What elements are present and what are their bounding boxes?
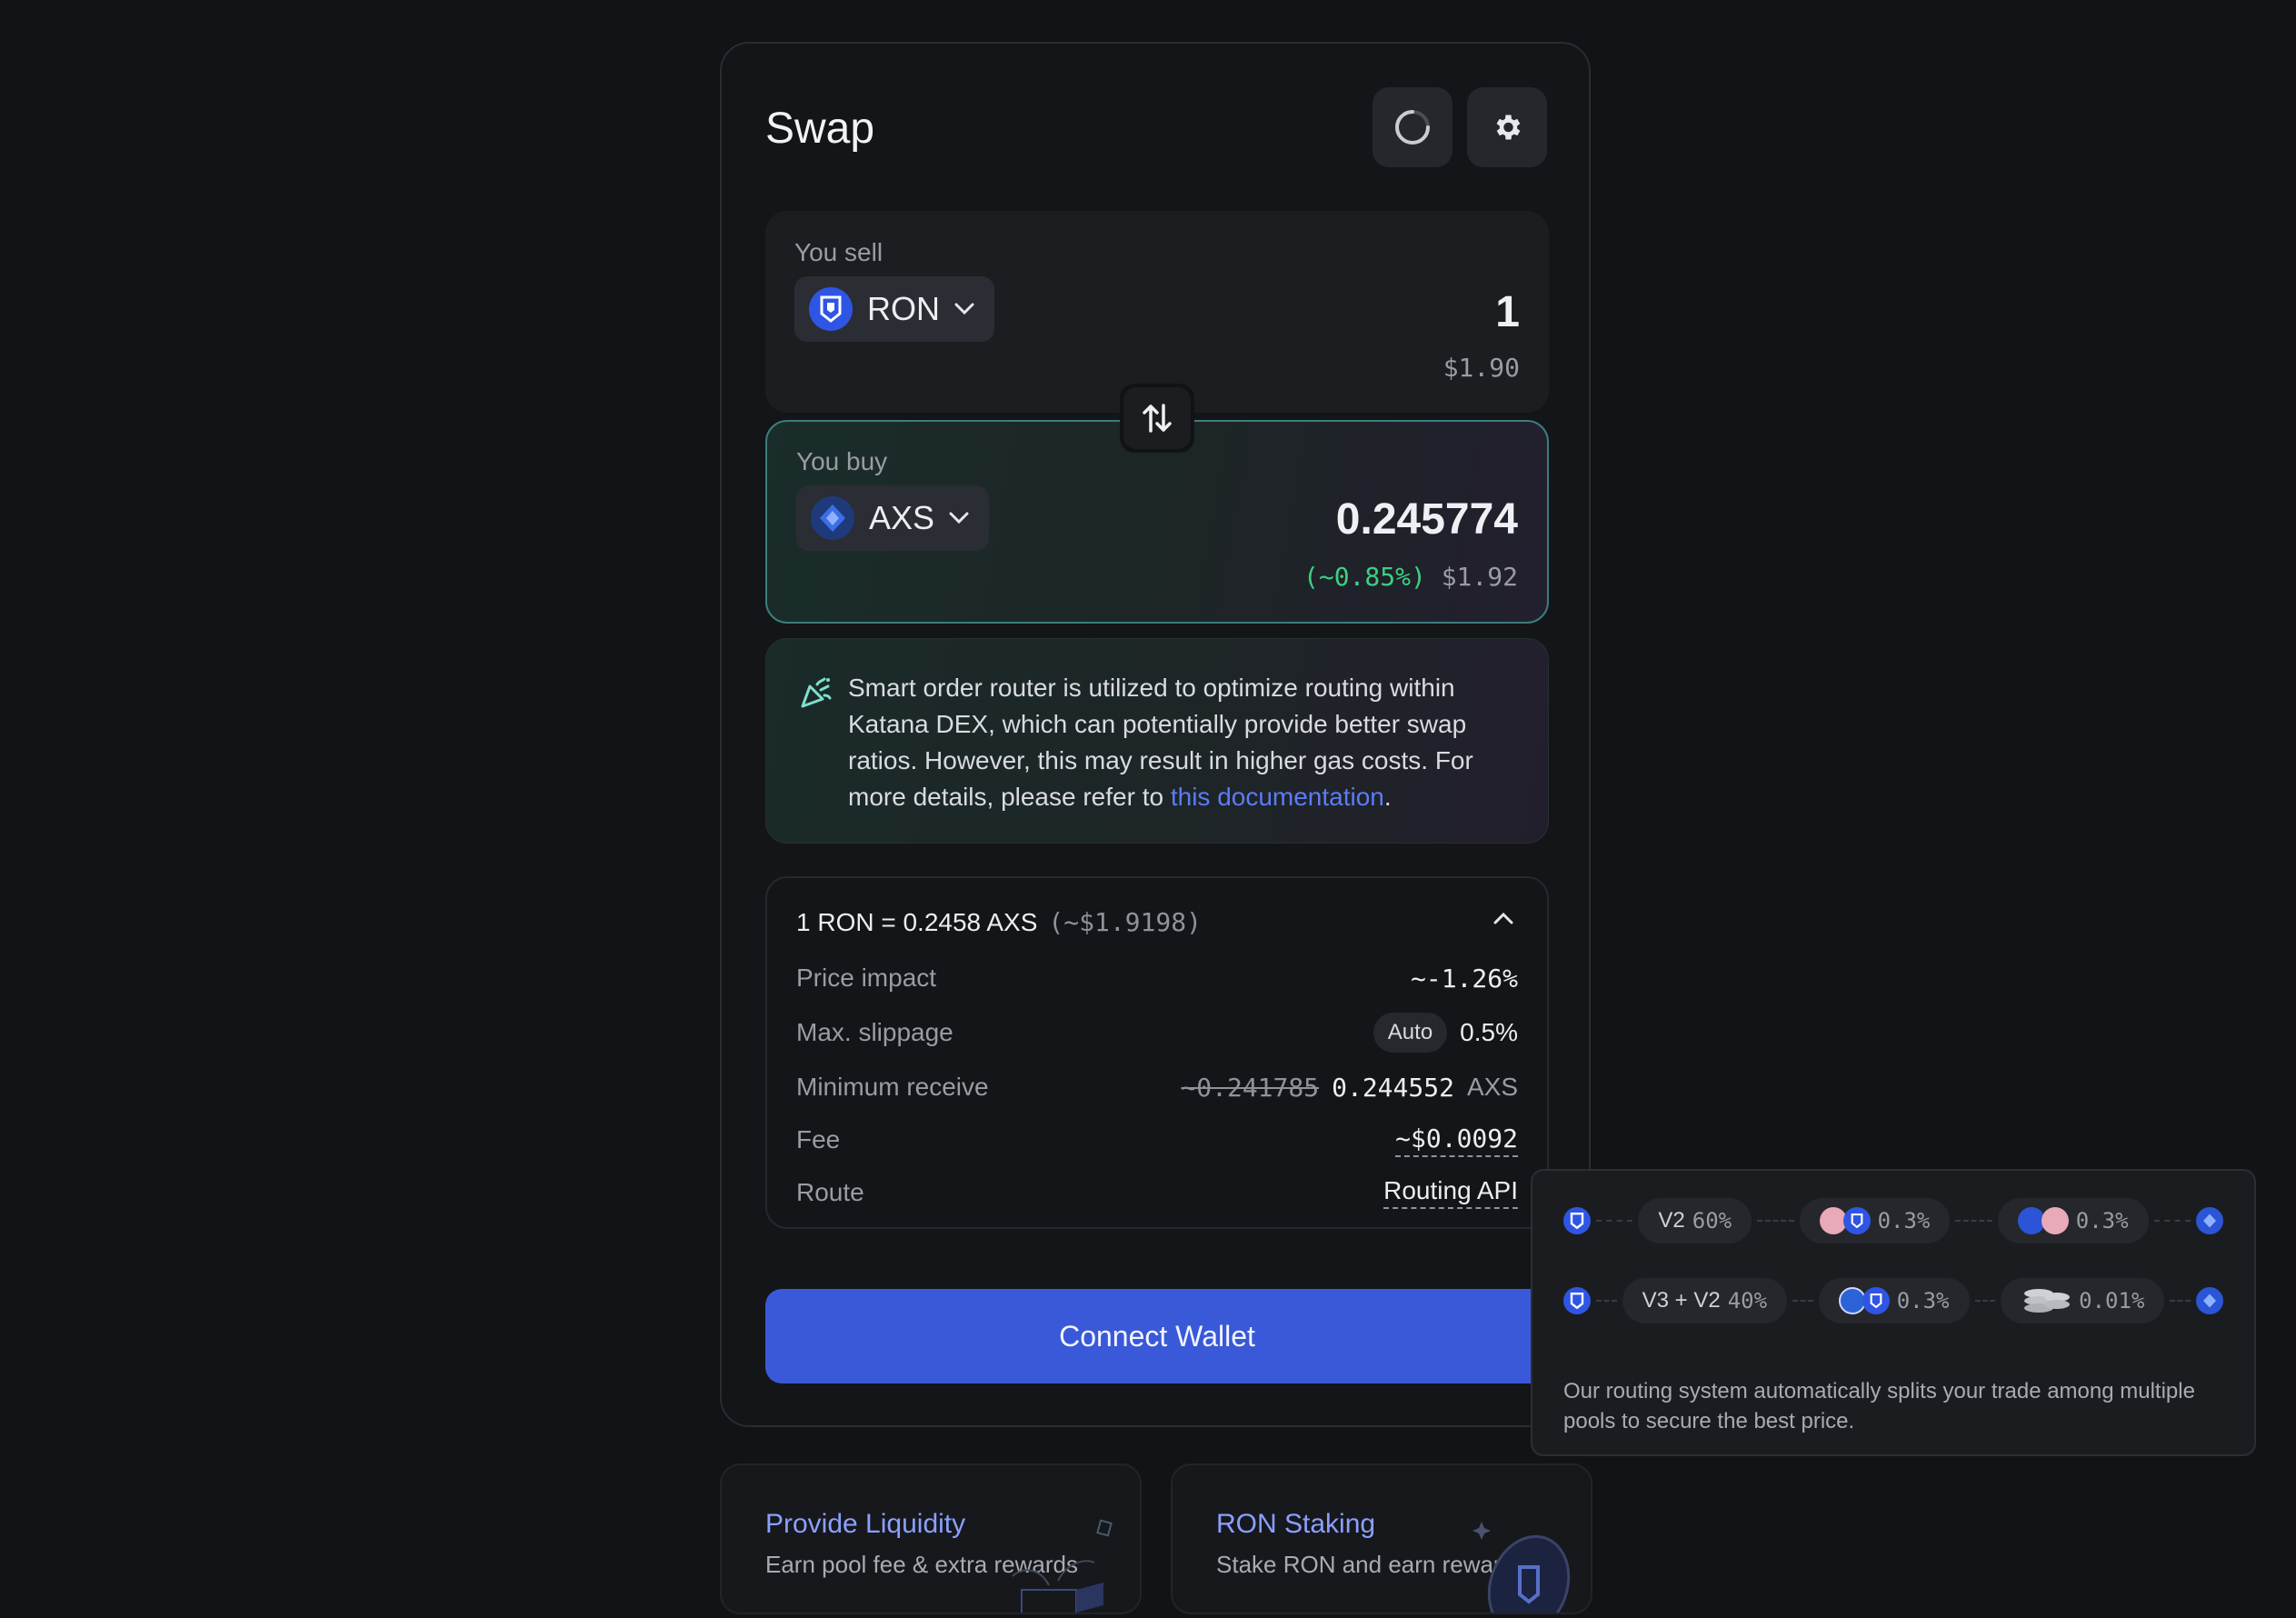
settings-button[interactable]	[1467, 87, 1547, 167]
buy-usd: $1.92	[1441, 562, 1518, 592]
gear-icon	[1496, 115, 1521, 140]
chevron-up-icon[interactable]	[1492, 911, 1514, 925]
refresh-icon	[1395, 110, 1430, 145]
slippage-auto-badge[interactable]: Auto	[1373, 1013, 1448, 1053]
page-title: Swap	[765, 105, 875, 153]
fee-row: Fee ~$0.0092	[796, 1122, 1518, 1158]
min-receive-row: Minimum receive ~0.241785 0.244552 AXS	[796, 1069, 1518, 1105]
min-receive-unit: AXS	[1466, 1073, 1518, 1101]
route-line: V3 + V2 40% 0.3% 0.01%	[1563, 1278, 2224, 1323]
ron-token-icon	[1563, 1207, 1591, 1234]
sell-usd-value: $1.90	[1442, 353, 1520, 383]
staking-coin-icon	[1472, 1522, 1571, 1613]
coins-stack-icon	[2024, 1289, 2071, 1313]
pool-fee: 0.3%	[1877, 1208, 1931, 1233]
price-impact-value: ~-1.26%	[1410, 963, 1518, 994]
route-pill: V3 + V2 40%	[1622, 1278, 1788, 1323]
route-row: Route Routing API	[796, 1174, 1518, 1211]
price-impact-label: Price impact	[796, 964, 937, 992]
buy-amount: 0.245774	[1335, 495, 1518, 544]
chevron-down-icon	[949, 512, 969, 524]
sell-token-name: RON	[867, 290, 940, 327]
pool-fee: 0.01%	[2079, 1288, 2145, 1313]
route-name: V3 + V2	[1642, 1288, 1721, 1313]
price-impact-row: Price impact ~-1.26%	[796, 960, 1518, 996]
buy-token-selector[interactable]: AXS	[796, 485, 990, 551]
info-end: .	[1383, 783, 1392, 811]
refresh-button[interactable]	[1373, 87, 1452, 167]
ron-token-icon	[1862, 1287, 1890, 1314]
buy-usd-value: (~0.85%) $1.92	[1303, 562, 1518, 592]
route-value[interactable]: Routing API	[1383, 1176, 1518, 1209]
swap-card: Swap You sell RON 1 $1.90 You buy AXS 0.…	[720, 42, 1591, 1427]
fee-value[interactable]: ~$0.0092	[1395, 1124, 1518, 1157]
ron-token-icon	[1563, 1287, 1591, 1314]
ron-token-icon	[1842, 1207, 1871, 1234]
exchange-rate[interactable]: 1 RON = 0.2458 AXS (~$1.9198)	[796, 907, 1202, 937]
sell-token-selector[interactable]: RON	[794, 276, 994, 342]
route-pct: 40%	[1727, 1288, 1768, 1313]
ron-staking-card[interactable]: RON Staking Stake RON and earn rewards	[1171, 1463, 1592, 1614]
info-text: Smart order router is utilized to optimi…	[848, 670, 1521, 815]
pool-fee: 0.3%	[2075, 1208, 2129, 1233]
rate-usd: (~$1.9198)	[1048, 907, 1202, 937]
switch-direction-button[interactable]	[1120, 384, 1194, 453]
promo-title: RON Staking	[1216, 1509, 1376, 1539]
sell-panel: You sell RON 1 $1.90	[765, 211, 1549, 413]
route-line: V2 60% 0.3% 0.3%	[1563, 1198, 2223, 1243]
max-slippage-label: Max. slippage	[796, 1018, 953, 1046]
pool-pill: 0.3%	[1818, 1278, 1970, 1323]
route-pill: V2 60%	[1638, 1198, 1752, 1243]
slp-token-icon	[2041, 1207, 2069, 1234]
buy-label: You buy	[796, 447, 888, 475]
max-slippage-row: Max. slippage Auto 0.5%	[796, 1013, 1518, 1053]
sell-amount-input[interactable]: 1	[1495, 287, 1520, 337]
axs-token-icon	[811, 496, 854, 540]
route-name: V2	[1658, 1208, 1685, 1233]
pool-pill: 0.3%	[1997, 1198, 2149, 1243]
provide-liquidity-card[interactable]: Provide Liquidity Earn pool fee & extra …	[720, 1463, 1142, 1614]
documentation-link[interactable]: this documentation	[1171, 783, 1384, 811]
min-receive-old: ~0.241785	[1181, 1072, 1320, 1103]
swap-arrows-icon	[1143, 404, 1172, 433]
liquidity-illustration-icon	[1012, 1519, 1113, 1613]
route-tooltip: V2 60% 0.3% 0.3% V3 + V2 40% 0.3% 0.01% …	[1531, 1169, 2256, 1456]
route-pct: 60%	[1692, 1208, 1732, 1233]
promo-title: Provide Liquidity	[765, 1509, 966, 1539]
axs-token-icon	[2196, 1207, 2223, 1234]
chevron-down-icon	[954, 303, 974, 315]
route-label: Route	[796, 1178, 864, 1206]
sell-label: You sell	[794, 238, 883, 266]
party-popper-icon	[801, 677, 832, 708]
rate-text: 1 RON = 0.2458 AXS	[796, 908, 1038, 936]
min-receive-label: Minimum receive	[796, 1073, 989, 1101]
axs-token-icon	[2196, 1287, 2224, 1314]
pool-pill: 0.01%	[2001, 1278, 2165, 1323]
route-note: Our routing system automatically splits …	[1563, 1379, 2195, 1433]
fee-label: Fee	[796, 1125, 841, 1154]
slippage-value: 0.5%	[1460, 1018, 1518, 1046]
ron-token-icon	[809, 287, 853, 331]
buy-token-name: AXS	[869, 499, 935, 536]
swap-details: 1 RON = 0.2458 AXS (~$1.9198) Price impac…	[765, 876, 1549, 1229]
pool-pill: 0.3%	[1799, 1198, 1951, 1243]
pool-fee: 0.3%	[1896, 1288, 1950, 1313]
price-diff: (~0.85%)	[1303, 562, 1426, 592]
connect-wallet-button[interactable]: Connect Wallet	[765, 1289, 1549, 1383]
min-receive-value: 0.244552	[1332, 1072, 1454, 1103]
smart-router-info: Smart order router is utilized to optimi…	[765, 638, 1549, 844]
